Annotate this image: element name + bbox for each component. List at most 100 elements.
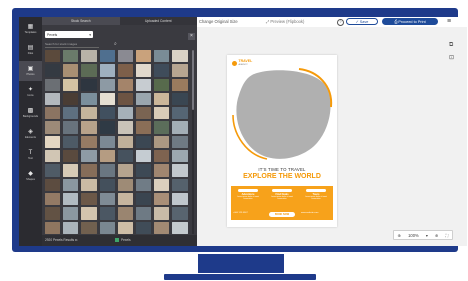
- photo-thumbnail[interactable]: [154, 78, 170, 91]
- photo-thumbnail[interactable]: [99, 121, 115, 134]
- photo-thumbnail[interactable]: [63, 121, 79, 134]
- photo-thumbnail[interactable]: [117, 221, 133, 234]
- photo-thumbnail[interactable]: [172, 221, 188, 234]
- help-icon[interactable]: ?: [337, 18, 344, 26]
- rail-item-elements[interactable]: ◈ Elements: [19, 124, 42, 144]
- photo-thumbnail[interactable]: [172, 64, 188, 77]
- photo-thumbnail[interactable]: [135, 192, 152, 206]
- photo-thumbnail[interactable]: [135, 92, 152, 106]
- zoom-in-icon[interactable]: ⊕: [435, 233, 439, 238]
- photo-thumbnail[interactable]: [45, 107, 61, 120]
- photo-thumbnail[interactable]: [81, 92, 97, 106]
- photo-thumbnail[interactable]: [154, 121, 170, 134]
- photo-thumbnail[interactable]: [117, 78, 133, 91]
- photo-thumbnail[interactable]: [99, 164, 115, 177]
- photo-thumbnail[interactable]: [172, 178, 188, 191]
- photo-thumbnail[interactable]: [99, 50, 115, 63]
- photo-thumbnail[interactable]: [45, 50, 61, 63]
- scrollbar-thumb[interactable]: [192, 50, 194, 110]
- photo-thumbnail[interactable]: [172, 164, 188, 177]
- photo-thumbnail[interactable]: [154, 221, 170, 234]
- photo-thumbnail[interactable]: [135, 221, 152, 234]
- photo-thumbnail[interactable]: [81, 207, 97, 220]
- photo-thumbnail[interactable]: [172, 50, 188, 63]
- photo-thumbnail[interactable]: [135, 178, 152, 191]
- photo-thumbnail[interactable]: [45, 92, 61, 106]
- rail-item-icons[interactable]: ✦ Icons: [19, 82, 42, 102]
- photo-thumbnail[interactable]: [117, 178, 133, 191]
- search-input[interactable]: Search for stock images: [45, 41, 99, 48]
- chevron-down-icon[interactable]: ▾: [426, 233, 428, 238]
- photo-thumbnail[interactable]: [63, 150, 79, 163]
- photo-thumbnail[interactable]: [63, 221, 79, 234]
- photo-thumbnail[interactable]: [63, 135, 79, 149]
- photo-thumbnail[interactable]: [172, 135, 188, 149]
- close-icon[interactable]: ×: [188, 33, 195, 40]
- photo-thumbnail[interactable]: [81, 150, 97, 163]
- flyer-image-frame[interactable]: [227, 55, 337, 165]
- photo-thumbnail[interactable]: [99, 150, 115, 163]
- photo-thumbnail[interactable]: [154, 150, 170, 163]
- photo-thumbnail[interactable]: [99, 78, 115, 91]
- photo-thumbnail[interactable]: [172, 121, 188, 134]
- photo-thumbnail[interactable]: [45, 64, 61, 77]
- photo-thumbnail[interactable]: [81, 78, 97, 91]
- photo-thumbnail[interactable]: [117, 150, 133, 163]
- photo-thumbnail[interactable]: [135, 164, 152, 177]
- photo-thumbnail[interactable]: [45, 207, 61, 220]
- preview-flipbook-button[interactable]: ⤢ Preview (Flipbook): [266, 19, 304, 24]
- photo-thumbnail[interactable]: [45, 150, 61, 163]
- photo-thumbnail[interactable]: [172, 192, 188, 206]
- fullscreen-icon[interactable]: ⛶: [446, 233, 449, 238]
- photo-thumbnail[interactable]: [154, 192, 170, 206]
- photo-thumbnail[interactable]: [63, 92, 79, 106]
- photo-thumbnail[interactable]: [99, 92, 115, 106]
- photo-thumbnail[interactable]: [154, 164, 170, 177]
- photo-thumbnail[interactable]: [172, 92, 188, 106]
- photo-thumbnail[interactable]: [154, 92, 170, 106]
- photo-thumbnail[interactable]: [135, 64, 152, 77]
- source-select[interactable]: Pexels ▾: [45, 31, 93, 38]
- rail-item-templates[interactable]: ▦ Templates: [19, 19, 42, 39]
- photo-thumbnail[interactable]: [45, 135, 61, 149]
- photo-thumbnail[interactable]: [154, 207, 170, 220]
- photo-thumbnail[interactable]: [99, 64, 115, 77]
- photo-thumbnail[interactable]: [154, 50, 170, 63]
- photo-thumbnail[interactable]: [81, 107, 97, 120]
- photo-thumbnail[interactable]: [117, 107, 133, 120]
- photo-thumbnail[interactable]: [63, 192, 79, 206]
- photo-thumbnail[interactable]: [117, 164, 133, 177]
- photo-thumbnail[interactable]: [99, 107, 115, 120]
- photo-thumbnail[interactable]: [135, 150, 152, 163]
- photo-thumbnail[interactable]: [81, 178, 97, 191]
- photo-thumbnail[interactable]: [154, 64, 170, 77]
- change-size-button[interactable]: Change Original Size: [199, 19, 238, 24]
- photo-thumbnail[interactable]: [63, 64, 79, 77]
- photo-thumbnail[interactable]: [135, 107, 152, 120]
- photo-thumbnail[interactable]: [99, 207, 115, 220]
- zoom-level[interactable]: 100%: [408, 233, 419, 238]
- proceed-to-print-button[interactable]: ⎙ Proceed to Print: [382, 18, 438, 25]
- photo-thumbnail[interactable]: [63, 164, 79, 177]
- flyer-page[interactable]: TRAVEL AGENCY IT'S TIME TO TRAVEL EXPLOR…: [227, 55, 337, 227]
- photo-thumbnail[interactable]: [117, 135, 133, 149]
- rail-item-backgrounds[interactable]: ▩ Backgrounds: [19, 103, 42, 123]
- photo-thumbnail[interactable]: [63, 50, 79, 63]
- photo-thumbnail[interactable]: [63, 178, 79, 191]
- photo-thumbnail[interactable]: [45, 221, 61, 234]
- photo-thumbnail[interactable]: [81, 192, 97, 206]
- photo-thumbnail[interactable]: [81, 50, 97, 63]
- photo-thumbnail[interactable]: [117, 121, 133, 134]
- photo-thumbnail[interactable]: [63, 107, 79, 120]
- photo-thumbnail[interactable]: [63, 207, 79, 220]
- rail-item-text[interactable]: T Text: [19, 145, 42, 165]
- photo-thumbnail[interactable]: [117, 92, 133, 106]
- photo-thumbnail[interactable]: [99, 135, 115, 149]
- photo-thumbnail[interactable]: [81, 135, 97, 149]
- rail-item-shapes[interactable]: ◆ Shapes: [19, 166, 42, 186]
- photo-thumbnail[interactable]: [45, 164, 61, 177]
- tab-uploaded-content[interactable]: Uploaded Content: [119, 17, 197, 25]
- photo-thumbnail[interactable]: [117, 50, 133, 63]
- photo-thumbnail[interactable]: [99, 178, 115, 191]
- zoom-fit-icon[interactable]: ⊕: [398, 233, 402, 238]
